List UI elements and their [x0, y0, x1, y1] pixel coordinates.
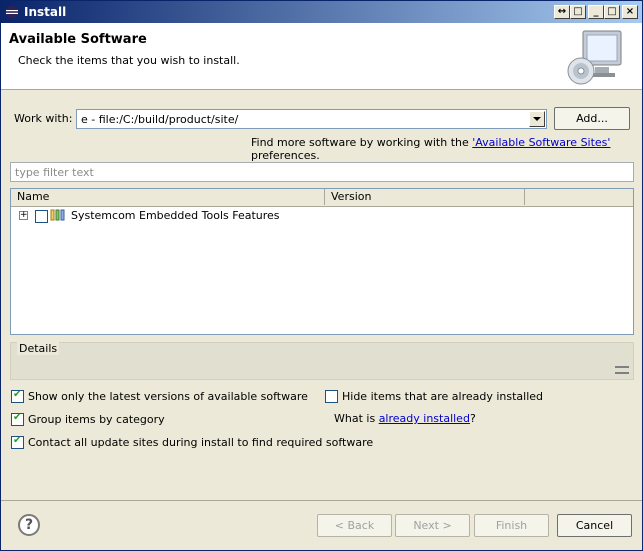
close-icon[interactable]: × [622, 5, 638, 19]
restore-icon[interactable]: □ [570, 5, 586, 19]
details-sash-icon[interactable] [615, 366, 629, 374]
column-version[interactable]: Version [325, 189, 525, 205]
contact-sites-checkbox[interactable] [11, 435, 24, 449]
group-by-category-label[interactable]: Group items by category [28, 413, 165, 426]
back-button[interactable]: < Back [317, 514, 392, 537]
add-site-button[interactable]: Add... [554, 107, 630, 130]
filter-input[interactable]: type filter text [10, 162, 634, 182]
maximize-icon[interactable]: □ [604, 5, 620, 19]
hide-installed-checkbox[interactable] [325, 390, 338, 403]
row-checkbox[interactable] [35, 210, 48, 223]
details-panel: Details [10, 342, 634, 380]
eclipse-icon [5, 5, 19, 19]
back-forward-icon[interactable]: ↔ [554, 5, 570, 19]
page-description: Check the items that you wish to install… [18, 54, 240, 67]
hide-installed-label[interactable]: Hide items that are already installed [342, 390, 543, 403]
column-name[interactable]: Name [11, 189, 325, 205]
what-is-suffix: ? [469, 412, 476, 425]
work-with-label: Work with: [14, 112, 73, 125]
footer-divider [1, 500, 642, 501]
page-title: Available Software [9, 32, 147, 47]
install-monitor-icon [567, 30, 622, 85]
hint-prefix: Find more software by working with the [251, 136, 473, 149]
feature-group-icon [50, 209, 65, 221]
help-icon[interactable]: ? [18, 514, 40, 536]
available-software-sites-link[interactable]: 'Available Software Sites' [472, 136, 610, 149]
wizard-header: Available Software Check the items that … [1, 23, 642, 90]
row-name: Systemcom Embedded Tools Features [71, 209, 280, 222]
already-installed-link[interactable]: already installed [379, 412, 470, 425]
work-with-value: e - file:/C:/build/product/site/ [81, 113, 239, 126]
expand-icon[interactable]: + [19, 211, 28, 220]
minimize-icon[interactable]: _ [588, 5, 604, 19]
install-window: Install ↔ □ _ □ × Available Software Che… [0, 0, 643, 551]
finish-button[interactable]: Finish [474, 514, 549, 537]
details-title: Details [17, 342, 60, 355]
chevron-down-icon[interactable] [529, 111, 545, 127]
software-tree[interactable]: Name Version + Systemcom Embedded Tools … [10, 188, 634, 335]
hint-suffix: preferences. [251, 149, 320, 162]
what-is-prefix: What is [334, 412, 379, 425]
find-more-software-hint: Find more software by working with the '… [251, 136, 642, 162]
show-latest-label[interactable]: Show only the latest versions of availab… [28, 390, 308, 403]
show-latest-checkbox[interactable] [11, 389, 24, 403]
contact-sites-label[interactable]: Contact all update sites during install … [28, 436, 373, 449]
cancel-button[interactable]: Cancel [557, 514, 632, 537]
title-bar: Install ↔ □ _ □ × [1, 1, 642, 23]
work-with-combo[interactable]: e - file:/C:/build/product/site/ [76, 109, 547, 129]
tree-row[interactable]: + Systemcom Embedded Tools Features [11, 207, 633, 225]
window-title: Install [24, 5, 67, 19]
what-is-installed: What is already installed? [334, 412, 476, 425]
group-by-category-checkbox[interactable] [11, 412, 24, 426]
next-button[interactable]: Next > [395, 514, 470, 537]
filter-placeholder: type filter text [15, 166, 94, 179]
tree-header: Name Version [11, 189, 633, 207]
